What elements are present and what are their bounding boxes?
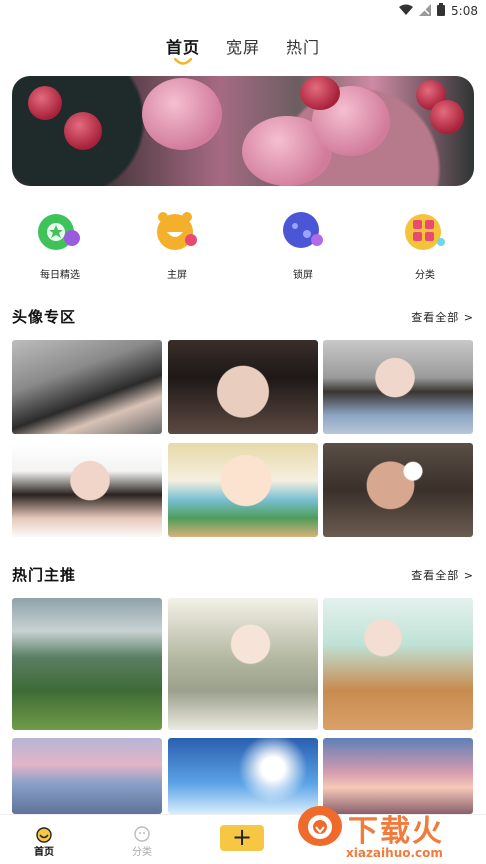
avatar-section-title: 头像专区	[12, 308, 77, 326]
avatar-thumbnail[interactable]	[12, 340, 162, 434]
lock-screen-icon	[279, 206, 327, 254]
avatar-thumbnail[interactable]	[323, 443, 473, 537]
watermark-title: 下载火	[348, 814, 444, 849]
quick-link-lock-screen-label: 锁屏	[293, 270, 313, 281]
avatar-thumbnail[interactable]	[168, 340, 318, 434]
tab-home-label: 首页	[165, 38, 200, 57]
status-icons: 5:08	[399, 3, 478, 19]
quick-link-category[interactable]: 分类	[385, 206, 465, 281]
bottom-nav-category[interactable]: 分类	[132, 825, 152, 858]
top-tabs: 首页 宽屏 热门	[0, 34, 486, 68]
hot-section-header: 热门主推 查看全部 >	[12, 564, 474, 586]
watermark-url: xiazaihuo.com	[346, 846, 443, 860]
tab-hot[interactable]: 热门	[286, 34, 320, 64]
quick-link-daily-label: 每日精选	[40, 270, 80, 281]
quick-link-daily[interactable]: 每日精选	[20, 206, 100, 281]
hot-grid	[12, 598, 474, 814]
bottom-nav-home[interactable]: 首页	[34, 825, 54, 858]
avatar-thumbnail[interactable]	[323, 340, 473, 434]
daily-pick-icon	[36, 206, 84, 254]
bottom-nav-home-label: 首页	[34, 847, 54, 858]
banner-decoration	[142, 78, 222, 150]
tab-active-indicator	[173, 58, 192, 65]
wallpaper-thumbnail[interactable]	[12, 738, 162, 814]
tab-home[interactable]: 首页	[165, 34, 200, 65]
quick-link-category-label: 分类	[415, 270, 435, 281]
banner-decoration	[430, 100, 464, 134]
banner-decoration	[300, 76, 340, 110]
status-time: 5:08	[451, 4, 478, 18]
avatar-grid	[12, 340, 474, 538]
tab-hot-label: 热门	[286, 38, 321, 57]
battery-icon	[437, 3, 446, 19]
banner-decoration	[64, 112, 102, 150]
wifi-icon	[399, 4, 414, 18]
flame-logo-icon	[298, 806, 342, 846]
hot-view-all-link[interactable]: 查看全部 >	[411, 567, 474, 583]
tab-widescreen-label: 宽屏	[225, 38, 260, 57]
category-nav-icon	[133, 825, 151, 843]
featured-banner[interactable]	[12, 76, 474, 186]
status-bar: 5:08	[0, 0, 486, 22]
hot-section-title: 热门主推	[12, 566, 77, 584]
quick-link-lock-screen[interactable]: 锁屏	[263, 206, 343, 281]
tab-widescreen[interactable]: 宽屏	[226, 34, 260, 64]
avatar-thumbnail[interactable]	[168, 443, 318, 537]
avatar-view-all-link[interactable]: 查看全部 >	[411, 309, 474, 325]
quick-links: 每日精选 主屏 锁屏 分类	[0, 206, 486, 286]
wallpaper-thumbnail[interactable]	[12, 598, 162, 730]
category-icon	[401, 206, 449, 254]
home-icon	[35, 825, 53, 843]
add-button[interactable]: +	[220, 825, 264, 851]
quick-link-home-screen[interactable]: 主屏	[137, 206, 217, 281]
bottom-nav-category-label: 分类	[132, 847, 152, 858]
quick-link-home-screen-label: 主屏	[167, 270, 187, 281]
home-screen-icon	[153, 206, 201, 254]
signal-icon	[419, 3, 432, 19]
wallpaper-thumbnail[interactable]	[168, 598, 318, 730]
avatar-section-header: 头像专区 查看全部 >	[12, 306, 474, 328]
avatar-thumbnail[interactable]	[12, 443, 162, 537]
banner-decoration	[28, 86, 62, 120]
watermark: 下载火 xiazaihuo.com	[286, 800, 486, 864]
wallpaper-thumbnail[interactable]	[323, 598, 473, 730]
